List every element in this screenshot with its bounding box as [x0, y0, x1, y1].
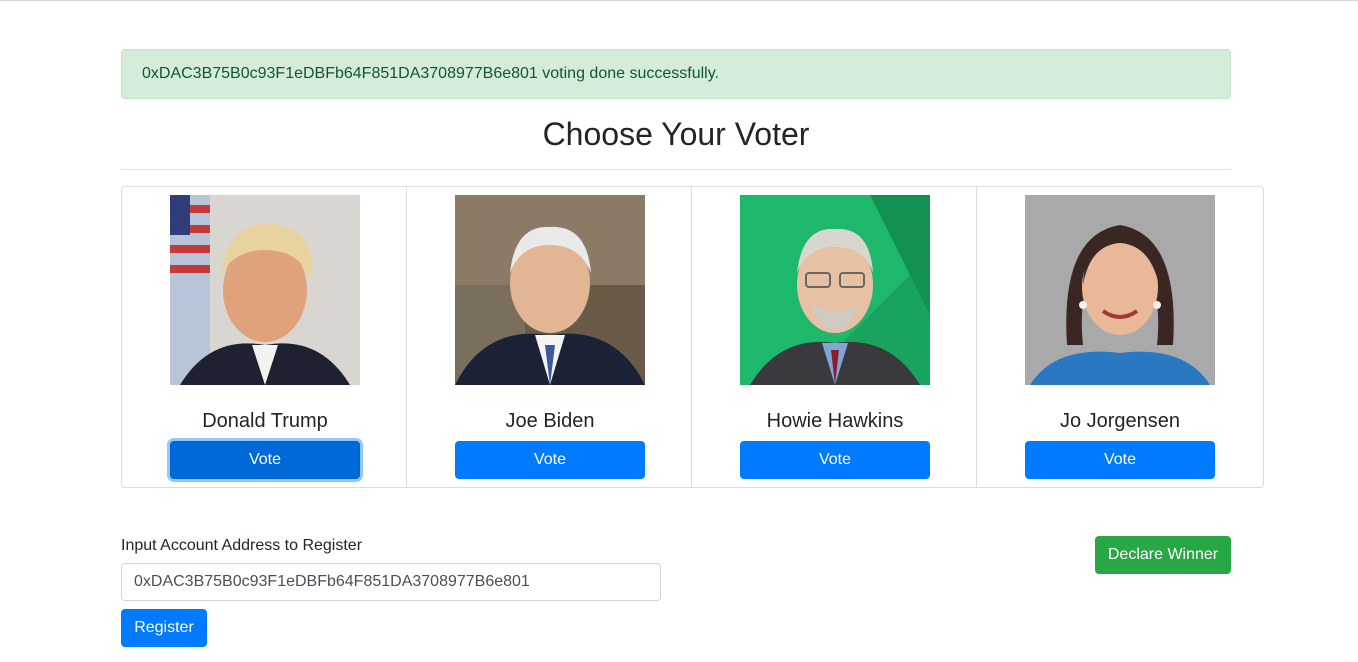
candidate-photo: [455, 195, 645, 385]
vote-button[interactable]: Vote: [455, 441, 645, 479]
candidate-name: Howie Hawkins: [766, 410, 904, 432]
candidate-name: Donald Trump: [202, 410, 328, 432]
top-border: [0, 0, 1358, 1]
candidate-card: Joe Biden Vote: [407, 187, 692, 487]
vote-button[interactable]: Vote: [1025, 441, 1215, 479]
page-title: Choose Your Voter: [542, 116, 810, 152]
candidate-name: Jo Jorgensen: [1059, 410, 1181, 432]
candidate-photo: [1025, 195, 1215, 385]
candidate-card: Donald Trump Vote: [122, 187, 407, 487]
candidate-photo: [170, 195, 360, 385]
declare-winner-button[interactable]: Declare Winner: [1095, 536, 1231, 574]
candidate-cards: Donald Trump Vote Joe Biden Vote Howie H…: [121, 186, 1264, 488]
vote-button[interactable]: Vote: [170, 441, 360, 479]
register-label: Input Account Address to Register: [121, 537, 363, 554]
alert-message: 0xDAC3B75B0c93F1eDBFb64F851DA3708977B6e8…: [142, 65, 719, 82]
candidate-photo: [740, 195, 930, 385]
vote-button[interactable]: Vote: [740, 441, 930, 479]
success-alert: 0xDAC3B75B0c93F1eDBFb64F851DA3708977B6e8…: [121, 49, 1231, 99]
candidate-name: Joe Biden: [505, 410, 595, 432]
account-address-input[interactable]: [121, 563, 661, 601]
candidate-card: Jo Jorgensen Vote: [977, 187, 1263, 487]
candidate-card: Howie Hawkins Vote: [692, 187, 977, 487]
register-button[interactable]: Register: [121, 609, 207, 647]
divider: [121, 169, 1231, 170]
